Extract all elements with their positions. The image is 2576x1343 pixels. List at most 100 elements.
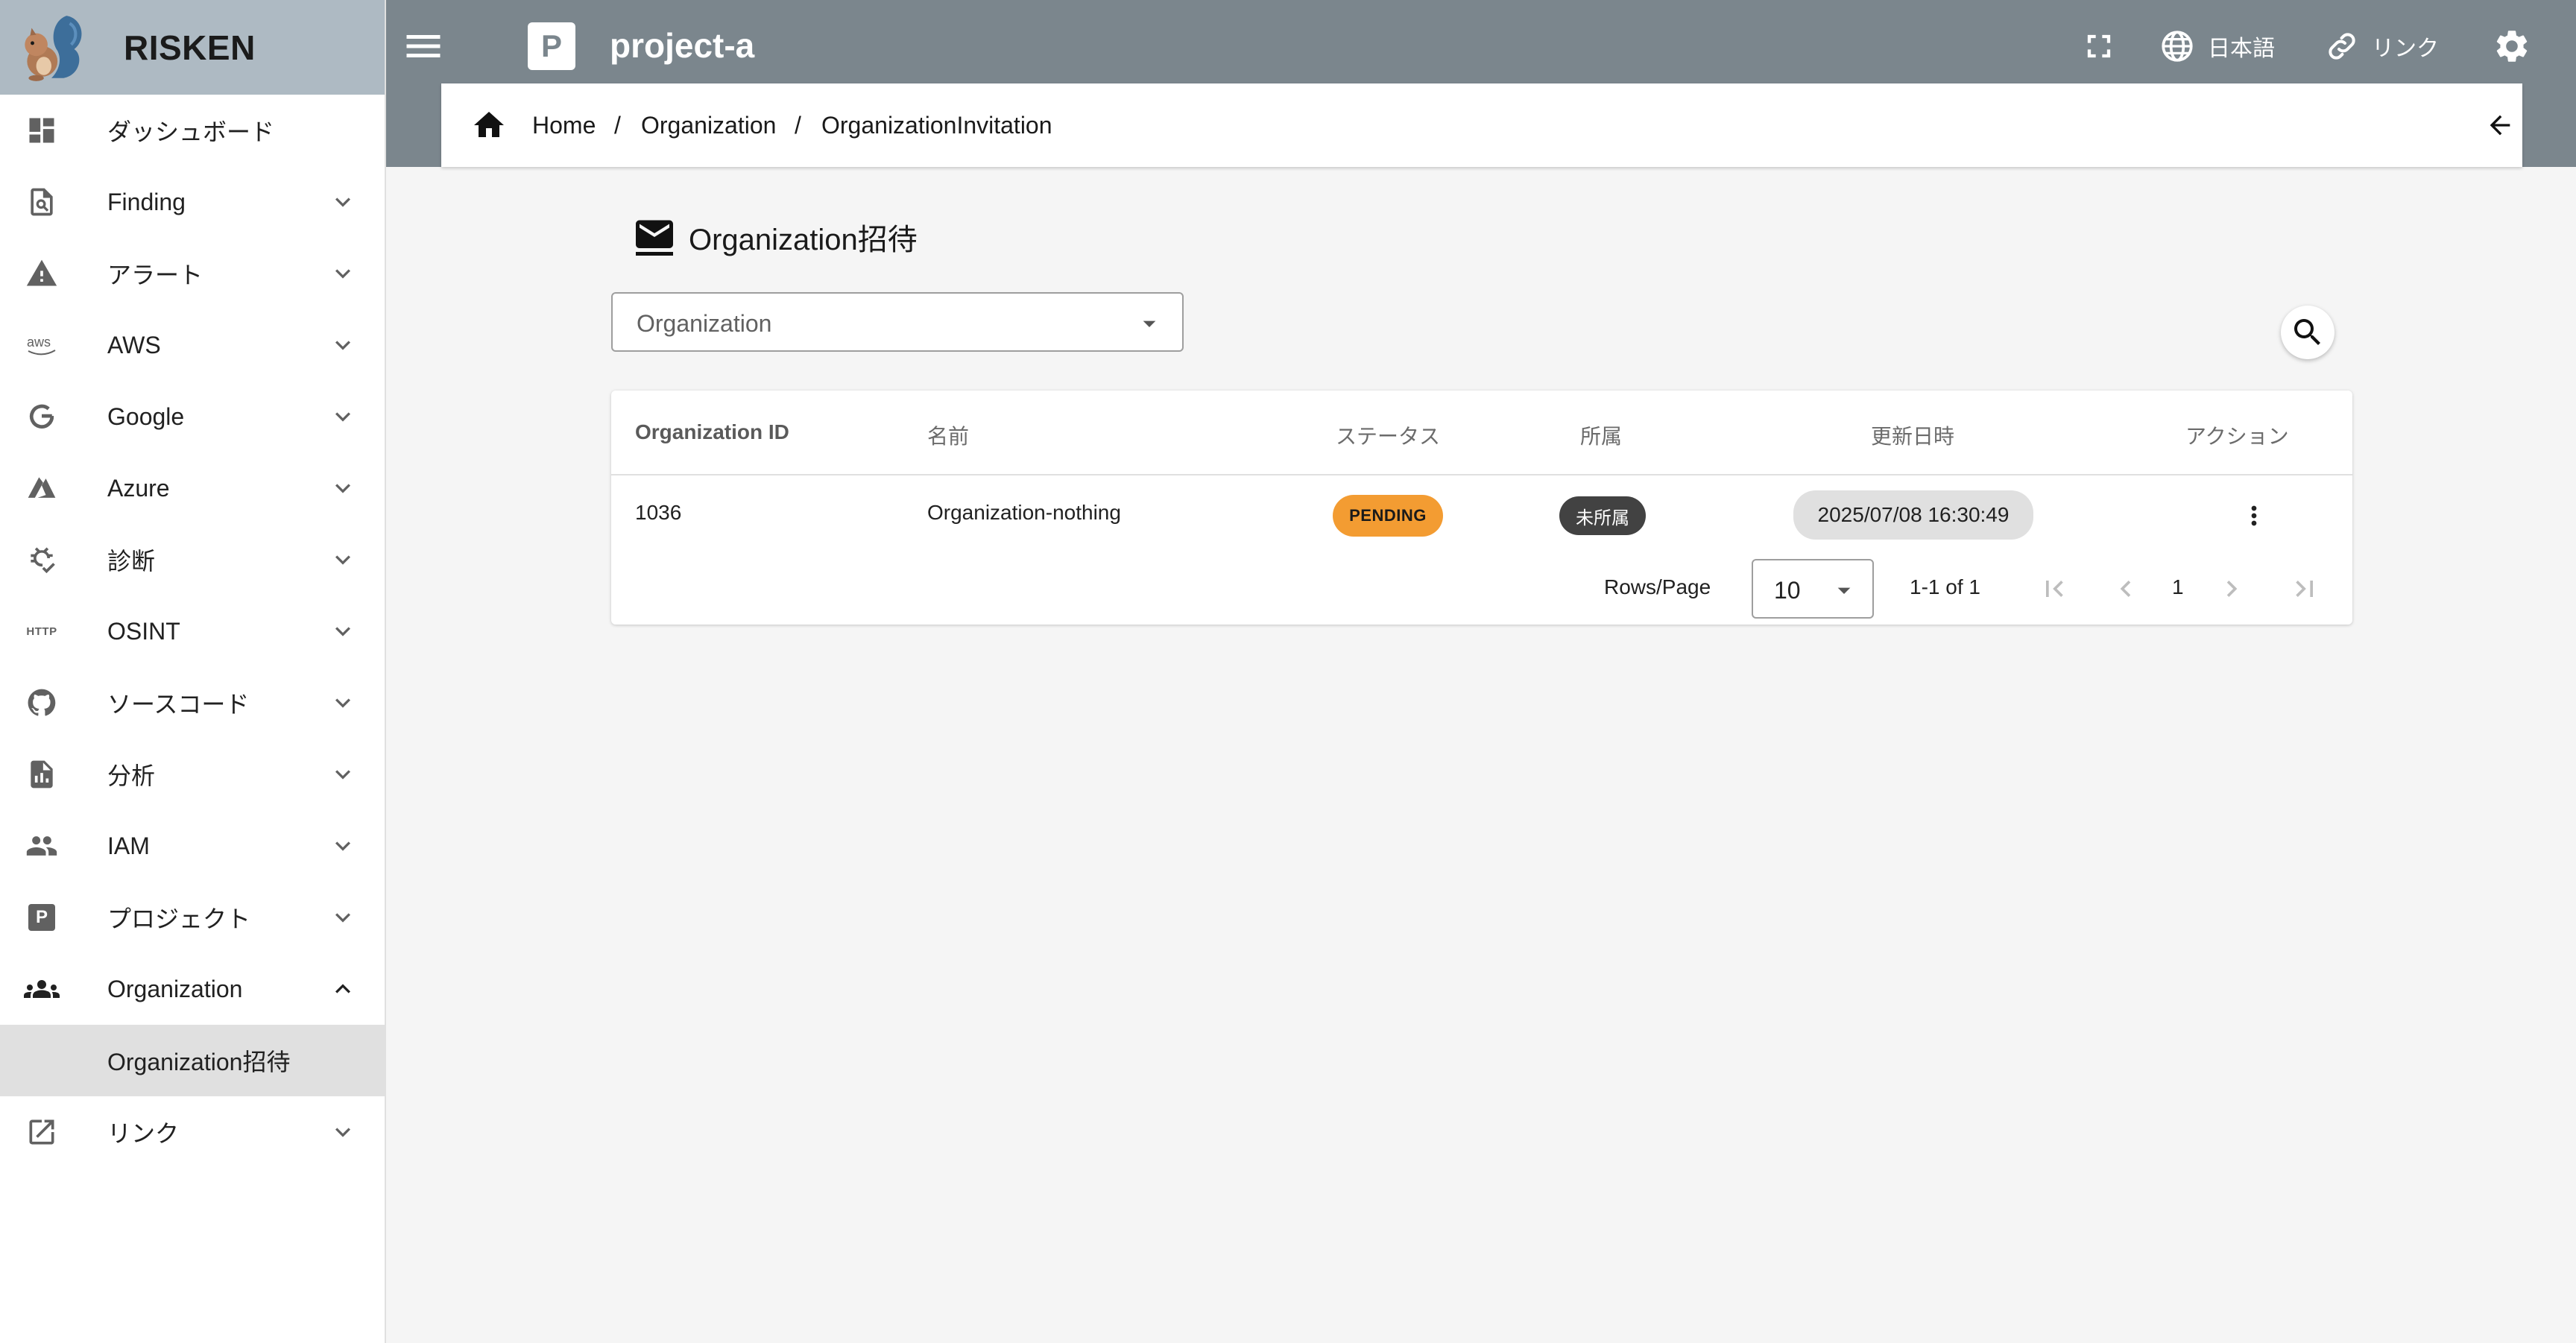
sidebar-item-iam[interactable]: IAM bbox=[0, 810, 385, 882]
sidebar: RISKEN ダッシュボード Finding アラート aws AWS Goog… bbox=[0, 0, 386, 1343]
column-header-updated-at[interactable]: 更新日時 bbox=[1871, 420, 1954, 450]
organization-icon bbox=[24, 971, 60, 1007]
brand-bar[interactable]: RISKEN bbox=[0, 0, 385, 95]
link-icon bbox=[2324, 28, 2360, 64]
next-page-icon[interactable] bbox=[2215, 572, 2248, 605]
organization-select-value: Organization bbox=[637, 310, 772, 337]
breadcrumb-separator: / bbox=[614, 112, 621, 139]
sidebar-item-diagnosis[interactable]: 診断 bbox=[0, 524, 385, 595]
sidebar-item-label: IAM bbox=[107, 832, 150, 859]
sidebar-item-label: AWS bbox=[107, 331, 161, 358]
sidebar-item-alert[interactable]: アラート bbox=[0, 238, 385, 309]
cell-name: Organization-nothing bbox=[927, 501, 1121, 524]
first-page-icon[interactable] bbox=[2038, 572, 2071, 605]
alert-icon bbox=[24, 256, 60, 291]
previous-page-icon[interactable] bbox=[2109, 572, 2142, 605]
affiliation-badge: 未所属 bbox=[1559, 496, 1646, 535]
search-button[interactable] bbox=[2281, 306, 2334, 359]
sidebar-item-label: Organization招待 bbox=[107, 1049, 291, 1075]
sidebar-item-osint[interactable]: HTTP OSINT bbox=[0, 595, 385, 667]
sidebar-item-label: Organization bbox=[107, 975, 243, 1002]
chevron-down-icon bbox=[328, 259, 358, 288]
hamburger-menu-icon[interactable] bbox=[401, 24, 446, 69]
link-button[interactable]: リンク bbox=[2324, 25, 2439, 67]
finding-icon bbox=[24, 184, 60, 220]
sidebar-item-azure[interactable]: Azure bbox=[0, 452, 385, 524]
chevron-down-icon bbox=[328, 759, 358, 789]
updated-at-chip: 2025/07/08 16:30:49 bbox=[1793, 490, 2033, 540]
sidebar-item-label: リンク bbox=[107, 1120, 180, 1147]
chevron-down-icon bbox=[328, 903, 358, 932]
invitation-table: Organization ID 名前 ステータス 所属 更新日時 アクション 1… bbox=[611, 391, 2352, 625]
column-header-name[interactable]: 名前 bbox=[927, 420, 969, 450]
last-page-icon[interactable] bbox=[2288, 572, 2321, 605]
rows-per-page-select[interactable]: 10 bbox=[1752, 559, 1874, 619]
rows-per-page-value: 10 bbox=[1774, 577, 1801, 604]
breadcrumb-item-home[interactable]: Home bbox=[532, 112, 596, 139]
sidebar-item-project[interactable]: P プロジェクト bbox=[0, 882, 385, 953]
breadcrumb-item-current: OrganizationInvitation bbox=[821, 112, 1052, 139]
column-header-status[interactable]: ステータス bbox=[1336, 420, 1440, 450]
sidebar-item-analysis[interactable]: 分析 bbox=[0, 739, 385, 810]
chevron-down-icon bbox=[328, 616, 358, 646]
chevron-down-icon bbox=[328, 831, 358, 861]
github-icon bbox=[24, 685, 60, 721]
project-icon-letter: P bbox=[28, 904, 55, 931]
fullscreen-icon bbox=[2080, 27, 2118, 66]
settings-button[interactable] bbox=[2493, 25, 2531, 67]
sidebar-item-label: Finding bbox=[107, 188, 186, 215]
dashboard-icon bbox=[24, 113, 60, 148]
column-header-organization-id[interactable]: Organization ID bbox=[635, 420, 789, 444]
project-badge: P bbox=[528, 22, 575, 70]
sidebar-item-finding[interactable]: Finding bbox=[0, 166, 385, 238]
chevron-up-icon bbox=[328, 974, 358, 1004]
arrow-left-icon[interactable] bbox=[2485, 110, 2515, 140]
sidebar-item-google[interactable]: Google bbox=[0, 381, 385, 452]
breadcrumb-item-organization[interactable]: Organization bbox=[641, 112, 776, 139]
header-divider bbox=[611, 474, 2352, 475]
current-page-number[interactable]: 1 bbox=[2172, 575, 2184, 599]
chevron-down-icon bbox=[328, 688, 358, 718]
sidebar-item-label: ソースコード bbox=[107, 691, 250, 718]
sidebar-subitem-organization-invitation[interactable]: Organization招待 bbox=[0, 1025, 385, 1096]
chevron-down-icon bbox=[328, 545, 358, 575]
more-vert-icon[interactable] bbox=[2239, 499, 2269, 532]
language-button[interactable]: 日本語 bbox=[2159, 25, 2275, 67]
sidebar-item-label: Azure bbox=[107, 474, 170, 502]
diagnosis-icon bbox=[24, 542, 60, 578]
svg-text:aws: aws bbox=[27, 335, 51, 350]
home-icon[interactable] bbox=[471, 107, 507, 143]
sidebar-item-organization[interactable]: Organization bbox=[0, 953, 385, 1025]
column-header-affiliation[interactable]: 所属 bbox=[1580, 420, 1622, 450]
status-badge: PENDING bbox=[1333, 495, 1443, 537]
rows-per-page-label: Rows/Page bbox=[1604, 575, 1711, 598]
project-name[interactable]: project-a bbox=[610, 25, 754, 66]
language-label: 日本語 bbox=[2208, 37, 2275, 61]
pagination-range: 1-1 of 1 bbox=[1910, 575, 1980, 598]
cell-organization-id: 1036 bbox=[635, 501, 682, 524]
sidebar-item-label: 分析 bbox=[107, 762, 156, 789]
sidebar-item-label: ダッシュボード bbox=[107, 118, 275, 145]
page-heading: Organization招待 bbox=[632, 213, 918, 261]
sidebar-item-label: アラート bbox=[107, 262, 203, 288]
sidebar-item-link[interactable]: リンク bbox=[0, 1096, 385, 1168]
organization-select[interactable]: Organization bbox=[611, 292, 1184, 352]
dropdown-arrow-icon bbox=[1134, 309, 1164, 338]
sidebar-item-dashboard[interactable]: ダッシュボード bbox=[0, 95, 385, 166]
squirrel-logo-icon bbox=[13, 10, 89, 86]
http-icon-text: HTTP bbox=[26, 625, 57, 638]
sidebar-item-label: Google bbox=[107, 402, 185, 430]
chevron-down-icon bbox=[328, 330, 358, 360]
sidebar-item-label: 診断 bbox=[107, 548, 156, 575]
column-header-action: アクション bbox=[2185, 425, 2289, 448]
aws-icon: aws bbox=[24, 327, 60, 363]
chevron-down-icon bbox=[328, 1117, 358, 1147]
sidebar-item-aws[interactable]: aws AWS bbox=[0, 309, 385, 381]
dropdown-arrow-icon bbox=[1829, 575, 1859, 605]
iam-icon bbox=[24, 828, 60, 864]
sidebar-item-source-code[interactable]: ソースコード bbox=[0, 667, 385, 739]
sidebar-item-label: OSINT bbox=[107, 617, 180, 645]
fullscreen-button[interactable] bbox=[2080, 25, 2118, 67]
chevron-down-icon bbox=[328, 473, 358, 503]
search-icon bbox=[2290, 315, 2326, 350]
